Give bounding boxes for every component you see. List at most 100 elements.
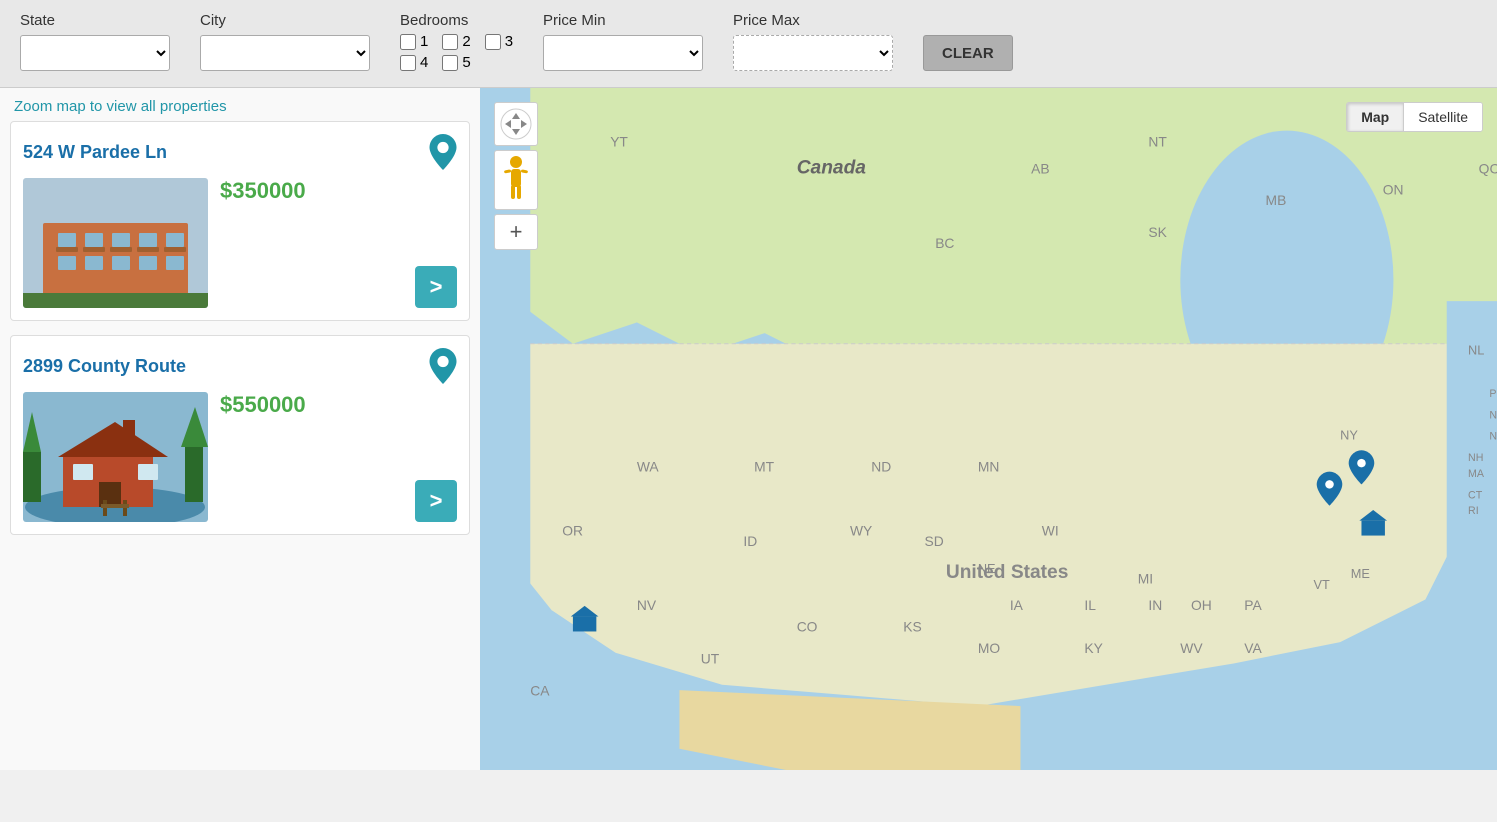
listing-2-title: 2899 County Route bbox=[23, 356, 186, 377]
svg-text:ID: ID bbox=[743, 533, 757, 549]
listing-1-price: $350000 bbox=[220, 178, 457, 204]
svg-text:IA: IA bbox=[1010, 597, 1024, 613]
zoom-hint: Zoom map to view all properties bbox=[0, 88, 480, 121]
svg-text:NL: NL bbox=[1468, 342, 1484, 357]
svg-text:MO: MO bbox=[978, 640, 1001, 656]
map-background: Canada NT YT AB SK MB ON QC BC NL NB PE … bbox=[480, 88, 1497, 770]
svg-text:CA: CA bbox=[530, 682, 550, 698]
streetview-person-icon bbox=[501, 155, 531, 205]
svg-text:SD: SD bbox=[925, 533, 944, 549]
main-content: Zoom map to view all properties 524 W Pa… bbox=[0, 88, 1497, 770]
svg-text:MI: MI bbox=[1138, 571, 1153, 587]
state-label: State bbox=[20, 12, 170, 29]
map-controls: + bbox=[494, 102, 538, 250]
price-min-select[interactable]: $100,000 $200,000 $300,000 $500,000 bbox=[543, 35, 703, 71]
bedroom-3-option[interactable]: 3 bbox=[485, 33, 513, 50]
svg-text:NE: NE bbox=[978, 561, 996, 576]
price-min-label: Price Min bbox=[543, 12, 703, 29]
bedrooms-label: Bedrooms bbox=[400, 12, 513, 29]
price-max-select[interactable]: $200,000 $400,000 $600,000 $1,000,000 bbox=[733, 35, 893, 71]
map-type-satellite-button[interactable]: Satellite bbox=[1404, 103, 1482, 131]
listing-1-pin-icon bbox=[429, 134, 457, 170]
svg-text:NT: NT bbox=[1148, 134, 1167, 150]
listing-2-image bbox=[23, 392, 208, 522]
city-select[interactable] bbox=[200, 35, 370, 71]
bedrooms-filter-group: Bedrooms 1 2 3 4 5 bbox=[400, 12, 513, 71]
price-min-filter-group: Price Min $100,000 $200,000 $300,000 $50… bbox=[543, 12, 703, 71]
city-label: City bbox=[200, 12, 370, 29]
svg-text:IN: IN bbox=[1148, 597, 1162, 613]
bedroom-5-checkbox[interactable] bbox=[442, 55, 458, 71]
map-pan-button[interactable] bbox=[494, 102, 538, 146]
bedroom-2-checkbox[interactable] bbox=[442, 34, 458, 50]
svg-text:NS: NS bbox=[1489, 431, 1497, 443]
state-select[interactable] bbox=[20, 35, 170, 71]
map-zoom-in-button[interactable]: + bbox=[494, 214, 538, 250]
svg-text:ND: ND bbox=[871, 459, 891, 475]
listing-1-arrow-button[interactable]: > bbox=[415, 266, 457, 308]
listing-2-title-row: 2899 County Route bbox=[23, 348, 457, 384]
svg-text:AB: AB bbox=[1031, 160, 1049, 176]
svg-text:NY: NY bbox=[1340, 428, 1358, 443]
bedrooms-row-2: 4 5 bbox=[400, 54, 513, 71]
svg-text:RI: RI bbox=[1468, 505, 1479, 517]
svg-text:Canada: Canada bbox=[797, 157, 867, 178]
svg-text:VT: VT bbox=[1314, 577, 1331, 592]
bedroom-3-checkbox[interactable] bbox=[485, 34, 501, 50]
left-panel: Zoom map to view all properties 524 W Pa… bbox=[0, 88, 480, 770]
bedroom-1-option[interactable]: 1 bbox=[400, 33, 428, 50]
clear-button[interactable]: CLEAR bbox=[923, 35, 1013, 71]
listing-1-title: 524 W Pardee Ln bbox=[23, 142, 167, 163]
listing-2-arrow-button[interactable]: > bbox=[415, 480, 457, 522]
svg-text:WA: WA bbox=[637, 459, 660, 475]
listing-1-image bbox=[23, 178, 208, 308]
streetview-button[interactable] bbox=[494, 150, 538, 210]
listing-2-pin-icon bbox=[429, 348, 457, 384]
listing-1-title-row: 524 W Pardee Ln bbox=[23, 134, 457, 170]
svg-text:OH: OH bbox=[1191, 597, 1212, 613]
svg-text:MA: MA bbox=[1468, 468, 1485, 480]
svg-text:MB: MB bbox=[1266, 192, 1287, 208]
state-filter-group: State bbox=[20, 12, 170, 71]
bedroom-2-option[interactable]: 2 bbox=[442, 33, 470, 50]
svg-text:PA: PA bbox=[1244, 597, 1262, 613]
svg-text:NH: NH bbox=[1468, 452, 1483, 464]
svg-text:CO: CO bbox=[797, 618, 818, 634]
svg-text:ON: ON bbox=[1383, 182, 1404, 198]
svg-text:KY: KY bbox=[1084, 640, 1102, 656]
bedroom-1-checkbox[interactable] bbox=[400, 34, 416, 50]
price-max-label: Price Max bbox=[733, 12, 893, 29]
map-area[interactable]: Canada NT YT AB SK MB ON QC BC NL NB PE … bbox=[480, 88, 1497, 770]
price-max-filter-group: Price Max $200,000 $400,000 $600,000 $1,… bbox=[733, 12, 893, 71]
bedroom-4-option[interactable]: 4 bbox=[400, 54, 428, 71]
map-type-map-button[interactable]: Map bbox=[1347, 103, 1404, 131]
svg-text:SK: SK bbox=[1148, 224, 1167, 240]
listing-2-body: $550000 > bbox=[23, 392, 457, 522]
svg-text:NV: NV bbox=[637, 597, 657, 613]
bedroom-5-option[interactable]: 5 bbox=[442, 54, 470, 71]
filter-bar: State City Bedrooms 1 2 3 4 bbox=[0, 0, 1497, 88]
listing-2-price: $550000 bbox=[220, 392, 457, 418]
svg-text:YT: YT bbox=[610, 134, 628, 150]
svg-text:United States: United States bbox=[946, 562, 1069, 583]
svg-text:MN: MN bbox=[978, 459, 1000, 475]
svg-text:WY: WY bbox=[850, 523, 872, 539]
svg-text:WI: WI bbox=[1042, 523, 1059, 539]
svg-text:OR: OR bbox=[562, 523, 583, 539]
map-type-toggle: Map Satellite bbox=[1346, 102, 1483, 132]
svg-text:PE: PE bbox=[1489, 388, 1497, 400]
svg-text:QC: QC bbox=[1479, 160, 1497, 176]
listing-card-1: 524 W Pardee Ln bbox=[10, 121, 470, 321]
listings-scroll[interactable]: 524 W Pardee Ln bbox=[0, 121, 480, 770]
listing-2-right: $550000 > bbox=[220, 392, 457, 522]
listing-1-body: $350000 > bbox=[23, 178, 457, 308]
svg-text:NB: NB bbox=[1489, 409, 1497, 421]
svg-text:CT: CT bbox=[1468, 489, 1483, 501]
svg-text:UT: UT bbox=[701, 650, 720, 666]
bedroom-4-checkbox[interactable] bbox=[400, 55, 416, 71]
svg-text:VA: VA bbox=[1244, 640, 1262, 656]
bedrooms-row-1: 1 2 3 bbox=[400, 33, 513, 50]
pan-icon bbox=[500, 108, 532, 140]
city-filter-group: City bbox=[200, 12, 370, 71]
listing-card-2: 2899 County Route bbox=[10, 335, 470, 535]
